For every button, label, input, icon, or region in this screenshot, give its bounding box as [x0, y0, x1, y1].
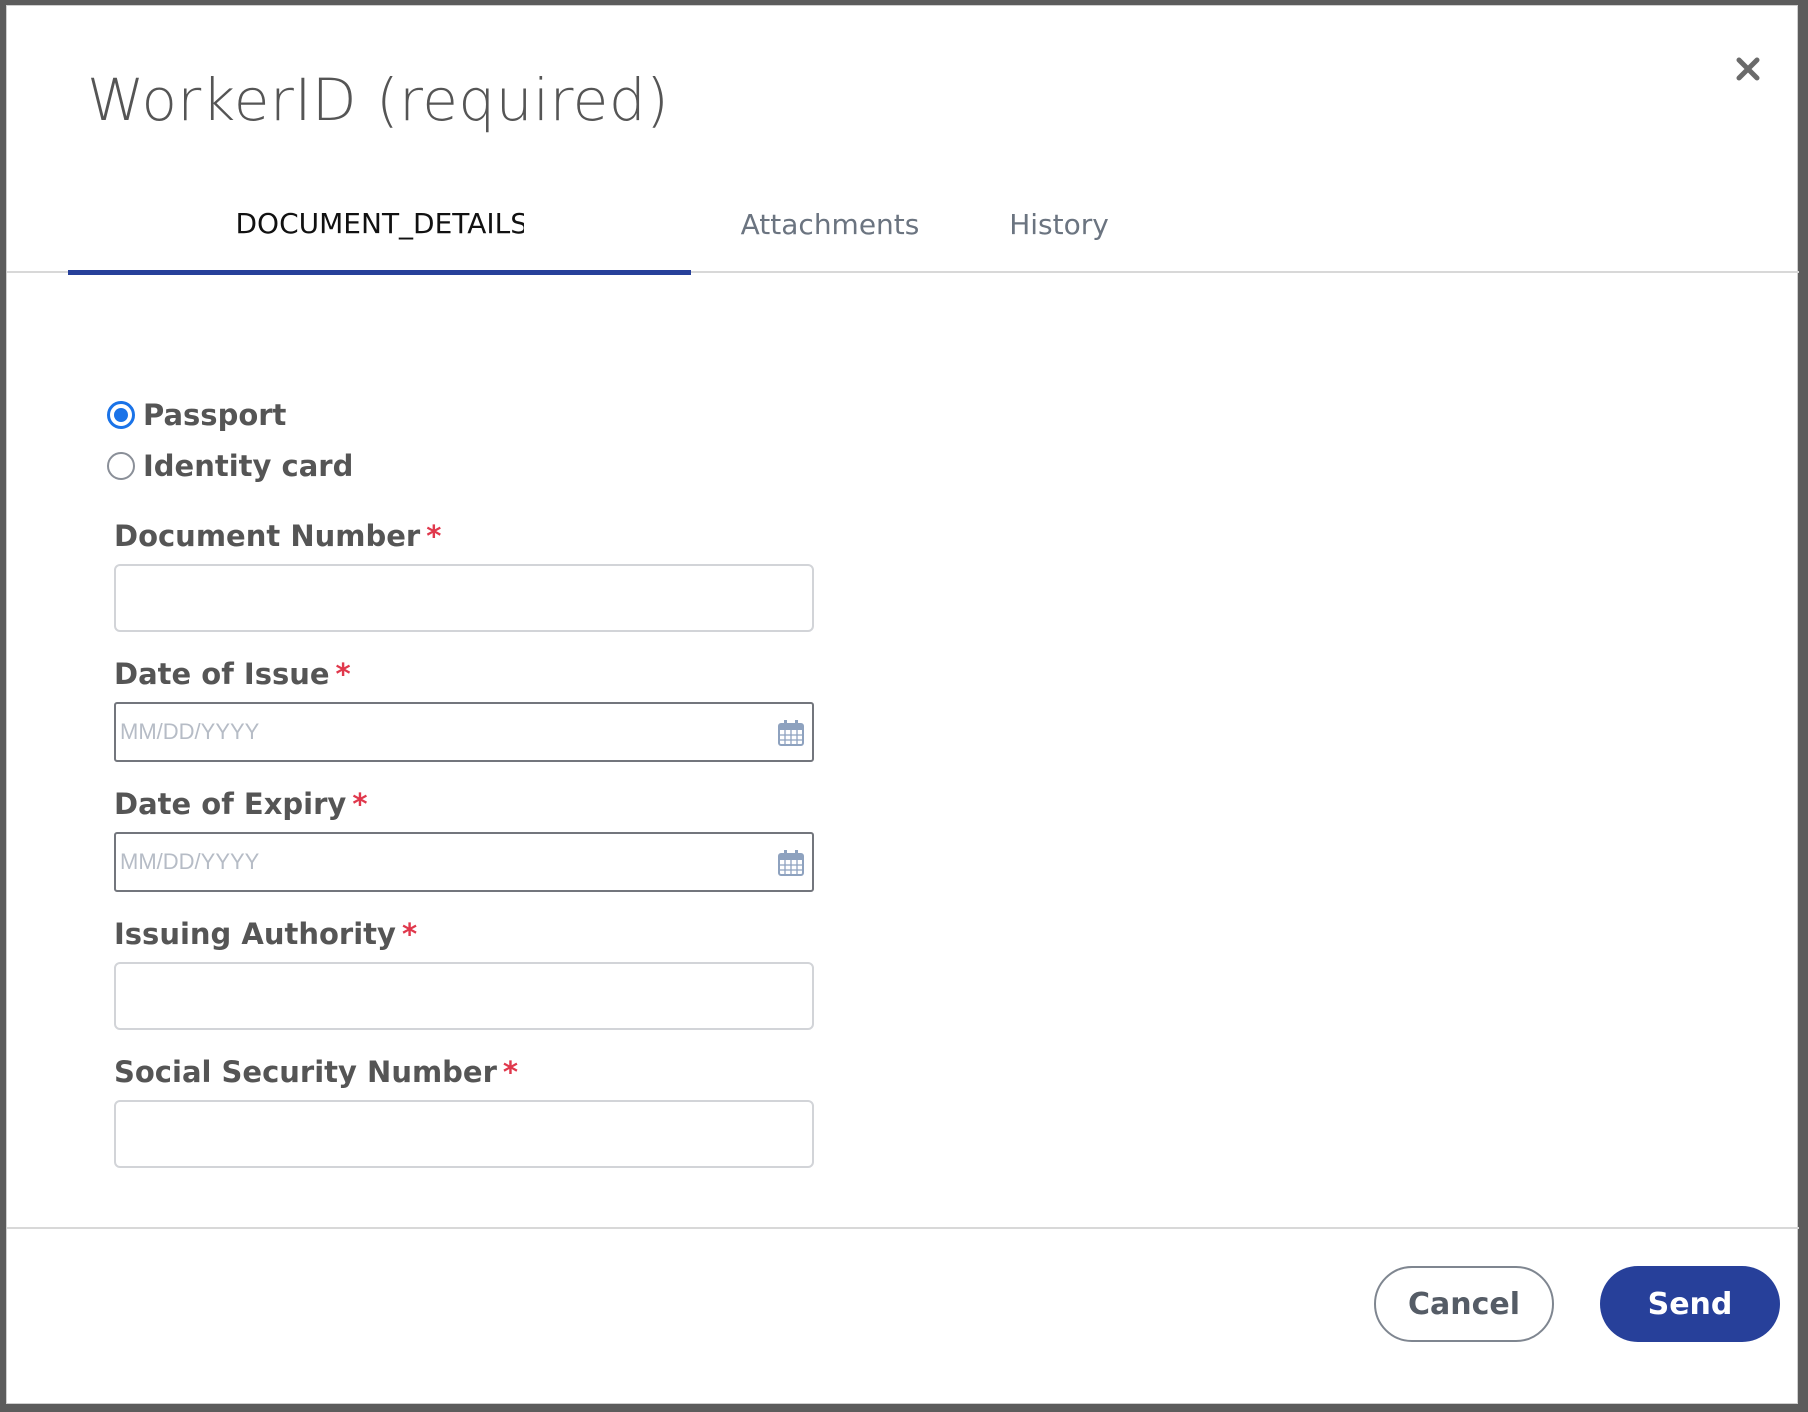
send-button[interactable]: Send: [1600, 1266, 1780, 1342]
social-security-number-input[interactable]: [114, 1100, 814, 1168]
dialog-title: WorkerID (required): [87, 66, 670, 134]
date-of-expiry-field: [114, 832, 814, 892]
radio-button-checked[interactable]: [107, 401, 135, 429]
radio-label: Identity card: [143, 449, 354, 483]
date-of-issue-input[interactable]: [116, 704, 756, 760]
tab-attachments[interactable]: Attachments: [741, 176, 920, 273]
date-of-issue-label: Date of Issue *: [114, 657, 351, 691]
tab-history[interactable]: History: [1004, 176, 1114, 273]
radio-button[interactable]: [107, 452, 135, 480]
document-number-input[interactable]: [114, 564, 814, 632]
date-of-expiry-input[interactable]: [116, 834, 756, 890]
tab-label: History: [1009, 208, 1109, 241]
date-of-expiry-label: Date of Expiry *: [114, 787, 368, 821]
worker-id-dialog: WorkerID (required) DOCUMENT_DETAILS: At…: [6, 5, 1799, 1404]
tab-label: Attachments: [740, 208, 920, 241]
calendar-icon[interactable]: [776, 718, 806, 748]
tab-label: DOCUMENT_DETAILS:: [235, 206, 524, 240]
required-marker: *: [502, 1055, 519, 1089]
cancel-button[interactable]: Cancel: [1374, 1266, 1554, 1342]
tab-document-details[interactable]: DOCUMENT_DETAILS:: [68, 176, 691, 275]
required-marker: *: [352, 787, 368, 821]
calendar-icon[interactable]: [776, 848, 806, 878]
date-of-issue-field: [114, 702, 814, 762]
document-number-label: Document Number *: [114, 519, 442, 553]
radio-passport[interactable]: Passport: [107, 398, 286, 432]
radio-label: Passport: [143, 398, 287, 432]
issuing-authority-label: Issuing Authority *: [114, 917, 418, 951]
required-marker: *: [335, 657, 351, 691]
tab-bar: DOCUMENT_DETAILS: Attachments History: [7, 176, 1799, 275]
footer-divider: [7, 1227, 1799, 1229]
close-icon: [1736, 57, 1760, 81]
radio-identity-card[interactable]: Identity card: [107, 449, 353, 483]
required-marker: *: [426, 519, 442, 553]
issuing-authority-input[interactable]: [114, 962, 814, 1030]
social-security-number-label: Social Security Number *: [114, 1055, 519, 1089]
required-marker: *: [401, 917, 418, 951]
close-button[interactable]: [1727, 48, 1769, 90]
